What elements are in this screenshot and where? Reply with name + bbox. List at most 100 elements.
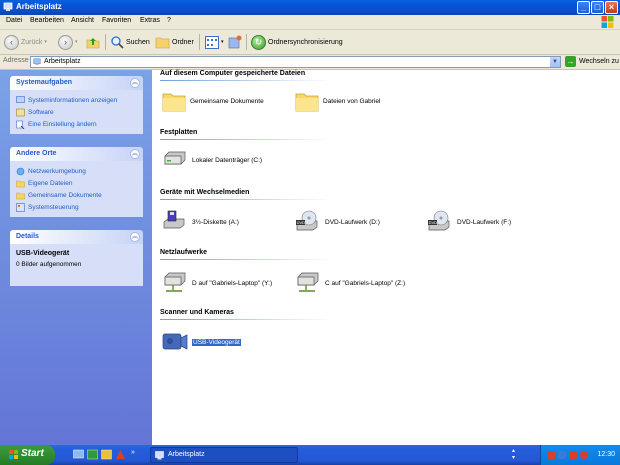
collapse-icon[interactable]: ︽ — [130, 149, 140, 159]
menu-help[interactable]: ? — [167, 17, 171, 24]
minimize-icon: _ — [580, 2, 586, 12]
dvd-drive-icon: DVD — [296, 210, 318, 231]
tray-icon[interactable] — [569, 451, 577, 459]
place-link-label: Eigene Dateien — [28, 179, 73, 187]
search-button[interactable]: Suchen — [110, 33, 150, 51]
title-bar: Arbeitsplatz _ □ × — [0, 0, 620, 15]
section-divider — [160, 199, 330, 200]
window-title: Arbeitsplatz — [16, 2, 62, 11]
minimize-button[interactable]: _ — [577, 1, 590, 14]
network-drive-item[interactable]: C auf "Gabriels-Laptop" (Z:) — [295, 271, 405, 295]
start-button[interactable]: Start — [0, 445, 55, 465]
menu-favorites[interactable]: Favoriten — [102, 17, 131, 24]
separator — [246, 34, 247, 50]
task-link[interactable]: Eine Einstellung ändern — [16, 118, 137, 130]
section-title: Netzlaufwerke — [160, 249, 208, 256]
menu-view[interactable]: Ansicht — [71, 17, 94, 24]
maximize-button[interactable]: □ — [591, 1, 604, 14]
panel-header[interactable]: Systemaufgaben ︽ — [10, 76, 143, 90]
network-drive-icon — [297, 272, 319, 292]
search-label: Suchen — [126, 38, 150, 46]
panel-title: Details — [16, 233, 39, 240]
back-arrow-icon: ‹ — [4, 34, 19, 50]
svg-text:DVD: DVD — [429, 220, 438, 225]
place-link[interactable]: Netzwerkumgebung — [16, 165, 137, 177]
views-button[interactable]: ▾ — [205, 33, 224, 51]
section-title: Auf diesem Computer gespeicherte Dateien — [160, 70, 306, 77]
sync-label: Ordnersynchronisierung — [268, 38, 343, 46]
chevron-down-icon: ▼ — [552, 59, 558, 65]
menu-tools[interactable]: Extras — [140, 17, 160, 24]
sync-button[interactable]: ↻ Ordnersynchronisierung — [251, 33, 343, 51]
task-link[interactable]: Systeminformationen anzeigen — [16, 94, 137, 106]
place-link[interactable]: Gemeinsame Dokumente — [16, 189, 137, 201]
go-button[interactable]: → Wechseln zu — [565, 56, 619, 67]
up-button[interactable] — [86, 33, 100, 51]
panel-other-places: Andere Orte ︽ Netzwerkumgebung Eigene Da… — [10, 147, 143, 217]
quicklaunch-app-icon[interactable] — [87, 449, 98, 460]
address-input[interactable]: Arbeitsplatz ▼ — [30, 56, 561, 68]
taskbar-scroll-icon[interactable]: ▴ ▾ — [512, 448, 515, 462]
floppy-drive-icon — [163, 210, 185, 229]
my-computer-icon — [155, 451, 164, 460]
show-desktop-icon[interactable] — [73, 449, 84, 460]
quicklaunch-expand-icon[interactable]: » — [131, 449, 135, 456]
taskbar-window-label: Arbeitsplatz — [168, 451, 205, 458]
tray-icon[interactable] — [580, 451, 588, 459]
item-label: USB-Videogerät — [192, 338, 241, 346]
network-drive-item[interactable]: D auf "Gabriels-Laptop" (Y:) — [162, 271, 272, 295]
item-label: Dateien von Gabriel — [323, 97, 381, 105]
section-header: Auf diesem Computer gespeicherte Dateien — [160, 70, 620, 81]
close-button[interactable]: × — [605, 1, 618, 14]
drive-item[interactable]: DVD DVD-Laufwerk (D:) — [295, 210, 380, 234]
views-icon — [205, 35, 219, 49]
panel-header[interactable]: Andere Orte ︽ — [10, 147, 143, 161]
tray-icon[interactable] — [547, 451, 555, 459]
task-link-label: Systeminformationen anzeigen — [28, 96, 118, 104]
content-pane: Auf diesem Computer gespeicherte Dateien… — [152, 70, 620, 445]
camera-item[interactable]: USB-Videogerät — [162, 330, 241, 354]
collapse-icon[interactable]: ︽ — [130, 232, 140, 242]
section-header: Geräte mit Wechselmedien — [160, 189, 620, 200]
search-icon — [111, 36, 124, 49]
collapse-icon[interactable]: ︽ — [130, 78, 140, 88]
folder-item[interactable]: Dateien von Gabriel — [295, 90, 380, 112]
folders-icon — [155, 37, 170, 49]
go-label: Wechseln zu — [579, 58, 619, 65]
go-arrow-icon: → — [565, 56, 576, 67]
place-link-label: Netzwerkumgebung — [28, 167, 86, 175]
address-dropdown-button[interactable]: ▼ — [550, 57, 560, 67]
system-info-icon — [16, 95, 25, 103]
clock[interactable]: 12:30 — [597, 451, 615, 458]
folder-item[interactable]: Gemeinsame Dokumente — [162, 90, 264, 112]
folder-up-icon — [86, 38, 100, 49]
back-button[interactable]: ‹ Zurück ▾ — [4, 33, 47, 51]
folder-options-button[interactable] — [228, 33, 242, 51]
menu-file[interactable]: Datei — [6, 17, 22, 24]
forward-arrow-icon: › — [58, 34, 73, 50]
taskbar-window-button[interactable]: Arbeitsplatz — [150, 447, 298, 463]
dvd-drive-icon: DVD — [428, 210, 450, 231]
menu-edit[interactable]: Bearbeiten — [30, 17, 64, 24]
task-link[interactable]: Software — [16, 106, 137, 118]
address-bar: Adresse Arbeitsplatz ▼ → Wechseln zu — [0, 55, 620, 70]
place-link[interactable]: Systemsteuerung — [16, 201, 137, 213]
item-label: DVD-Laufwerk (D:) — [325, 218, 380, 226]
panel-header[interactable]: Details ︽ — [10, 230, 143, 244]
section-header: Festplatten — [160, 129, 620, 140]
quicklaunch-app-icon[interactable] — [101, 449, 112, 460]
drive-item[interactable]: 3½-Diskette (A:) — [162, 210, 239, 234]
forward-button[interactable]: › ▾ — [58, 33, 78, 51]
tray-icon[interactable] — [558, 451, 566, 459]
drive-item[interactable]: DVD DVD-Laufwerk (F:) — [427, 210, 511, 234]
place-link-label: Systemsteuerung — [28, 203, 79, 211]
network-icon — [16, 167, 25, 175]
place-link[interactable]: Eigene Dateien — [16, 177, 137, 189]
task-pane: Systemaufgaben ︽ Systeminformationen anz… — [0, 70, 152, 445]
folders-button[interactable]: Ordner — [155, 33, 194, 51]
quicklaunch-app-icon[interactable] — [115, 449, 126, 460]
close-icon: × — [608, 2, 615, 12]
drive-item[interactable]: Lokaler Datenträger (C:) — [162, 150, 262, 170]
dropdown-arrow-icon: ▾ — [221, 39, 224, 45]
item-label: Lokaler Datenträger (C:) — [192, 156, 263, 164]
